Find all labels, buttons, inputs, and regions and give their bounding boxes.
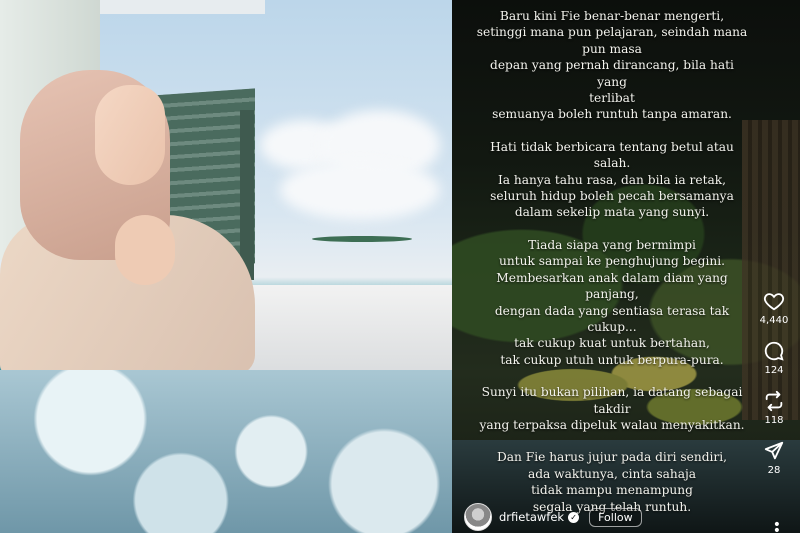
hand xyxy=(115,215,175,285)
author-bar: drfietawfek ✓ Follow xyxy=(464,503,642,531)
verified-icon: ✓ xyxy=(568,511,580,523)
left-photo xyxy=(0,0,452,533)
caption-paragraph: Tiada siapa yang bermimpi untuk sampai k… xyxy=(494,237,730,367)
share-icon xyxy=(764,441,784,460)
avatar[interactable] xyxy=(464,503,492,531)
cloud xyxy=(280,160,440,220)
share-button[interactable]: 28 xyxy=(763,440,785,476)
more-options-icon[interactable]: • • • xyxy=(773,518,781,533)
face xyxy=(95,85,165,185)
share-count: 28 xyxy=(767,465,781,476)
fence-post xyxy=(240,110,254,280)
caption-paragraph: Baru kini Fie benar-benar mengerti, seti… xyxy=(476,9,748,122)
repost-count: 118 xyxy=(764,415,784,426)
comment-count: 124 xyxy=(764,365,784,376)
follow-button[interactable]: Follow xyxy=(589,507,642,527)
comment-icon xyxy=(764,341,784,361)
like-button[interactable]: 4,440 xyxy=(759,290,789,326)
roof xyxy=(95,0,265,14)
repost-icon xyxy=(765,390,783,412)
author-handle[interactable]: drfietawfek xyxy=(499,510,564,524)
caption-text: Baru kini Fie benar-benar mengerti, seti… xyxy=(474,8,750,531)
repost-button[interactable]: 118 xyxy=(763,390,785,426)
bubbling-water xyxy=(0,370,452,533)
caption-paragraph: Sunyi itu bukan pilihan, ia datang sebag… xyxy=(479,385,745,432)
caption-paragraph: Hati tidak berbicara tentang betul atau … xyxy=(490,139,734,220)
island xyxy=(312,236,412,242)
action-rail: 4,440 124 118 28 xyxy=(756,290,792,490)
reel-video[interactable]: Baru kini Fie benar-benar mengerti, seti… xyxy=(452,0,800,533)
heart-icon xyxy=(763,293,785,311)
comment-button[interactable]: 124 xyxy=(763,340,785,376)
like-count: 4,440 xyxy=(759,315,789,326)
